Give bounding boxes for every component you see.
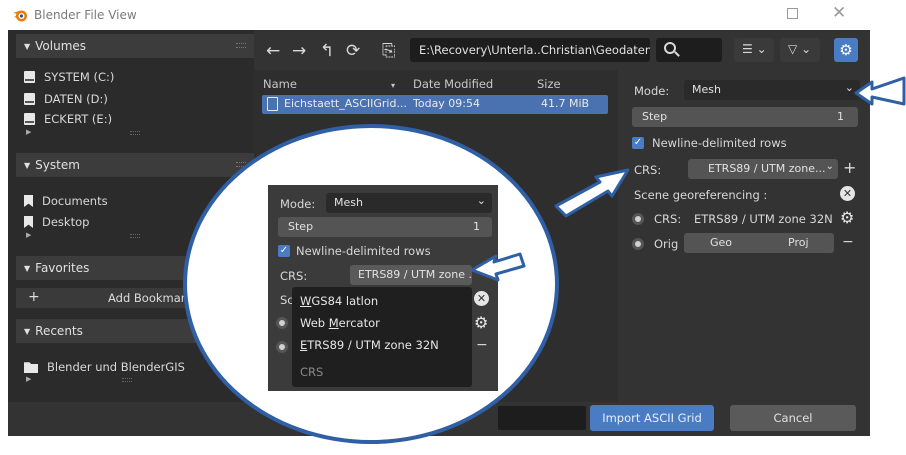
zoom-annotation-arrow — [470, 252, 526, 282]
annotation-arrow — [470, 252, 526, 282]
